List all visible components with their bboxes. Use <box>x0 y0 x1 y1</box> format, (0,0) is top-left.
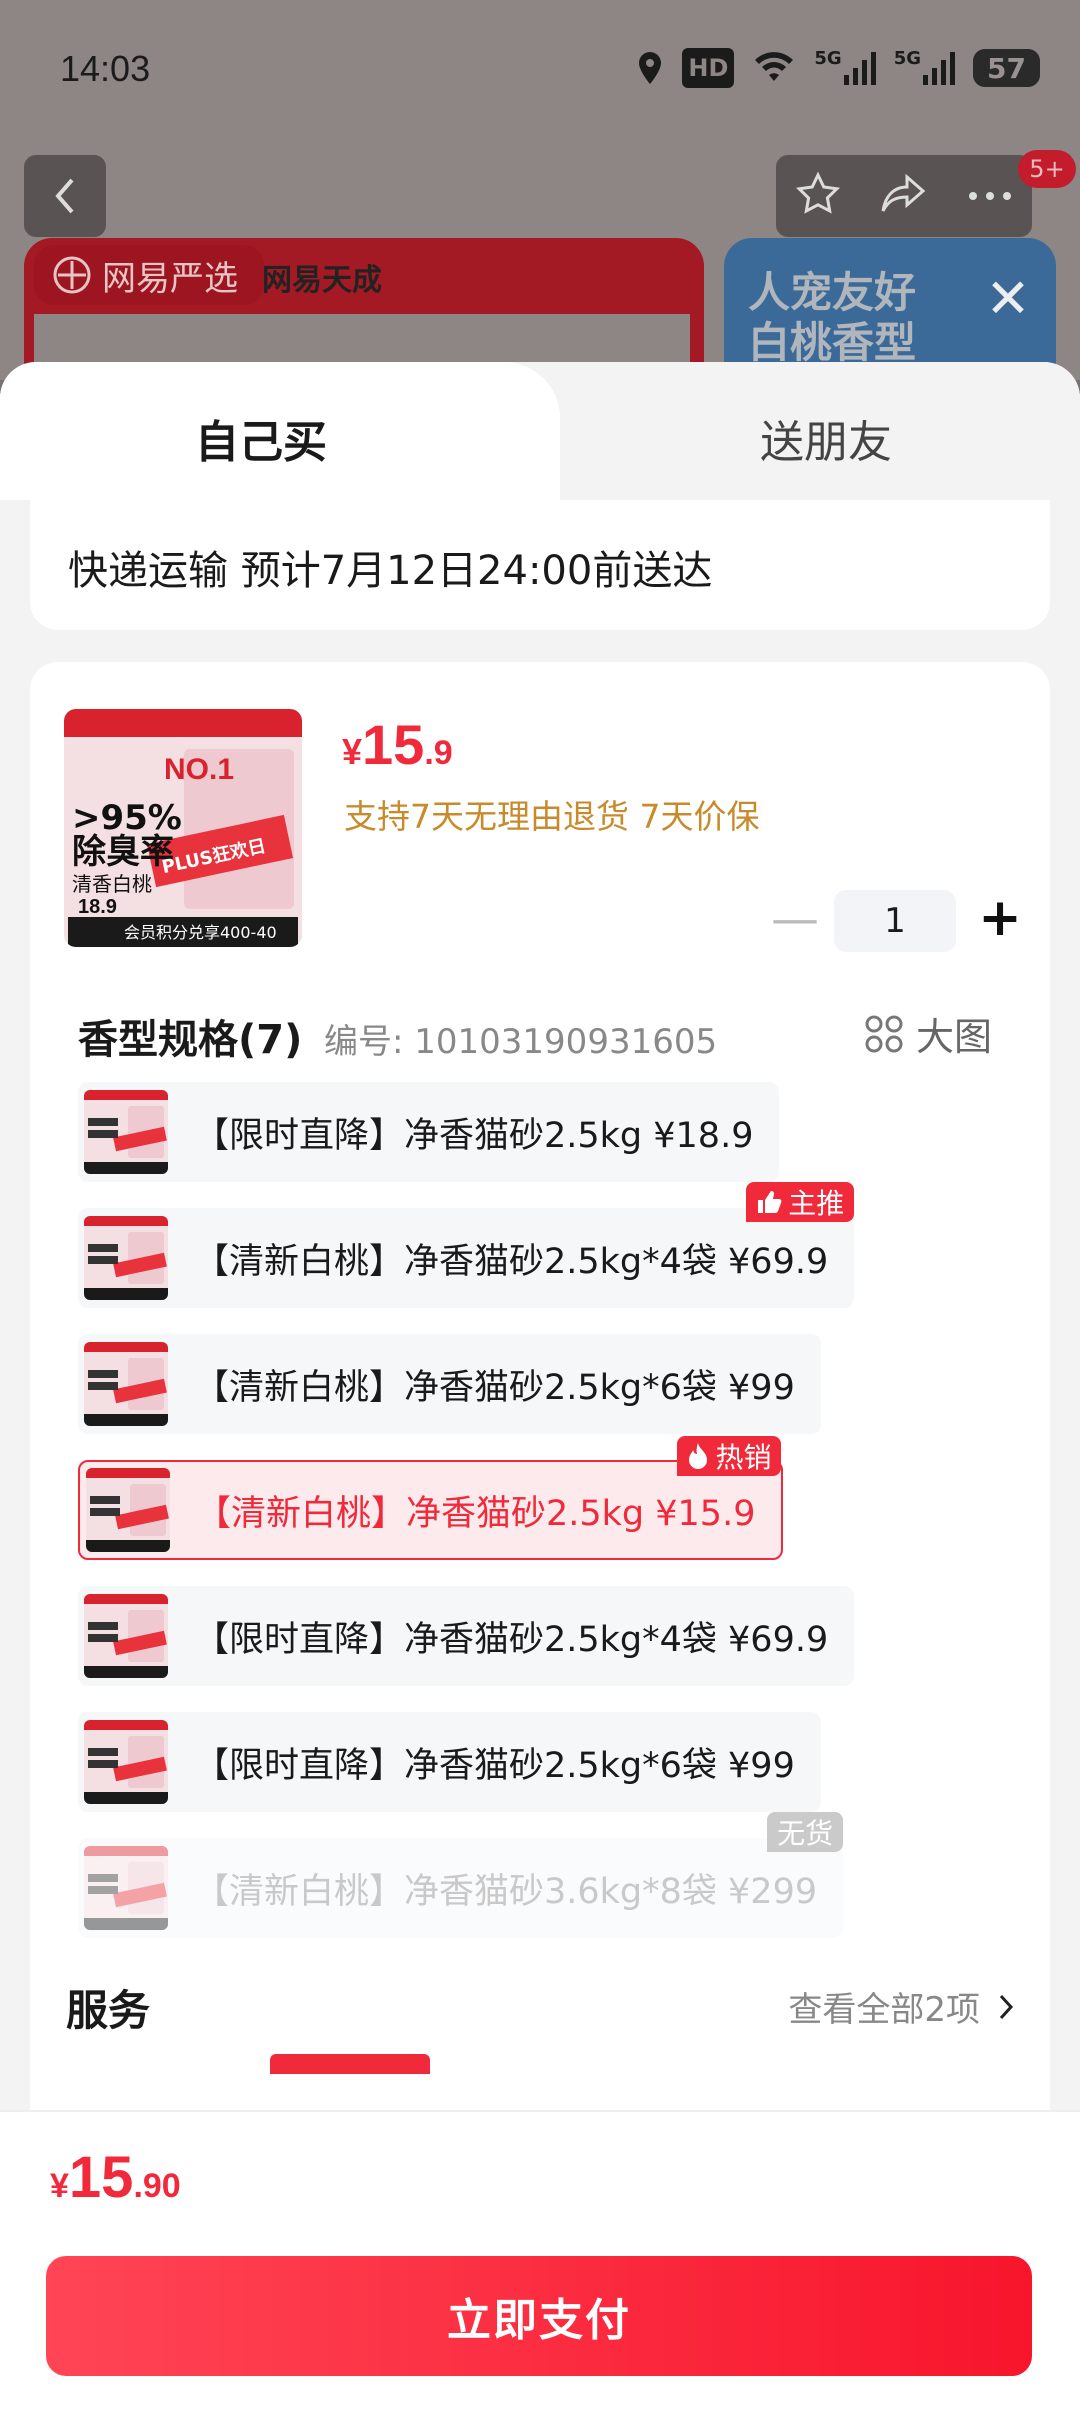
option-thumbnail <box>84 1216 168 1300</box>
out-of-stock-tag: 无货 <box>767 1812 844 1852</box>
total-integer: 15 <box>68 2145 134 2210</box>
price-integer: 15 <box>362 713 425 776</box>
recommend-tag: 主推 <box>746 1182 855 1222</box>
checkout-bar: ¥15.90 立即支付 <box>0 2110 1080 2414</box>
tab-bar: 自己买 送朋友 <box>0 362 1080 500</box>
service-title: 服务 <box>66 1986 151 2035</box>
net-label: 5G <box>893 48 922 69</box>
spec-option[interactable]: 【限时直降】净香猫砂2.5kg*4袋 ¥69.9 <box>78 1586 855 1686</box>
spec-code: 编号: 10103190931605 <box>324 1022 718 1062</box>
option-thumbnail <box>84 1594 168 1678</box>
product-price: ¥15.9 <box>342 712 453 777</box>
option-thumbnail <box>84 1342 168 1426</box>
chevron-right-icon <box>999 1994 1014 2019</box>
hot-tag: 热销 <box>677 1436 782 1476</box>
service-tag-peek <box>270 2054 430 2074</box>
5g-signal-icon: 5G <box>893 48 956 88</box>
grid-view-icon <box>865 1015 903 1052</box>
quantity-value[interactable]: 1 <box>834 890 956 952</box>
option-label: 【清新白桃】净香猫砂2.5kg*6袋 ¥99 <box>194 1367 795 1408</box>
share-icon[interactable] <box>879 171 929 221</box>
thumbs-up-icon <box>758 1191 782 1213</box>
pay-now-button[interactable]: 立即支付 <box>46 2256 1032 2376</box>
option-label: 【清新白桃】净香猫砂2.5kg*4袋 ¥69.9 <box>194 1241 829 1282</box>
spec-option[interactable]: 【清新白桃】净香猫砂2.5kg*6袋 ¥99 <box>78 1334 821 1434</box>
nav-actions <box>776 155 1032 237</box>
more-icon[interactable] <box>967 187 1013 206</box>
option-thumbnail <box>84 1720 168 1804</box>
banner-right-text: 人宠友好 白桃香型 <box>748 268 917 367</box>
service-view-all[interactable]: 查看全部2项 <box>788 1982 1014 2031</box>
yanxuan-logo-icon <box>53 256 91 294</box>
spec-option-selected[interactable]: 【清新白桃】净香猫砂2.5kg ¥15.9 热销 <box>78 1436 784 1560</box>
quantity-decrease-button[interactable]: — <box>770 891 820 947</box>
product-thumbnail[interactable]: NO.1 >95% 除臭率 清香白桃 18.9 会员积分兑享400-40 PLU… <box>64 709 302 947</box>
location-icon <box>636 48 664 88</box>
big-view-label: 大图 <box>916 1015 993 1059</box>
thumb-price: 18.9 <box>78 896 117 918</box>
status-icons: HD 5G 5G 57 <box>636 48 1040 88</box>
tab-buy-self-label: 自己买 <box>195 417 327 468</box>
service-view-all-label: 查看全部2项 <box>788 1990 980 2030</box>
notification-badge: 5+ <box>1018 150 1076 188</box>
big-view-button[interactable]: 大图 <box>864 1006 992 1061</box>
option-label: 【清新白桃】净香猫砂3.6kg*8袋 ¥299 <box>194 1871 818 1912</box>
net-label: 5G <box>814 48 842 69</box>
total-currency: ¥ <box>50 2167 69 2205</box>
status-time: 14:03 <box>60 48 151 89</box>
wifi-icon <box>752 48 796 88</box>
spec-option-disabled: 【清新白桃】净香猫砂3.6kg*8袋 ¥299 无货 <box>78 1812 844 1938</box>
status-bar: 14:03 HD 5G 5G 57 <box>0 0 1080 140</box>
spec-option[interactable]: 【清新白桃】净香猫砂2.5kg*4袋 ¥69.9 主推 <box>78 1182 855 1308</box>
banner-logo-yanxuan: 网易严选 <box>34 245 264 305</box>
quantity-increase-button[interactable]: + <box>970 888 1030 948</box>
option-thumbnail <box>84 1090 168 1174</box>
option-label: 【限时直降】净香猫砂2.5kg*4袋 ¥69.9 <box>194 1619 829 1660</box>
purchase-sheet: 自己买 送朋友 快递运输 预计7月12日24:00前送达 NO.1 >95% 除… <box>0 362 1080 2412</box>
chevron-left-icon <box>55 178 74 214</box>
hot-tag-text: 热销 <box>715 1441 772 1474</box>
option-label: 【清新白桃】净香猫砂2.5kg ¥15.9 <box>196 1493 756 1534</box>
thumb-badge: NO.1 <box>164 753 234 786</box>
option-thumbnail <box>84 1846 168 1930</box>
recommend-tag-text: 主推 <box>788 1187 845 1220</box>
total-price: ¥15.90 <box>50 2144 181 2211</box>
spec-title: 香型规格(7) <box>78 1017 303 1063</box>
delivery-card: 快递运输 预计7月12日24:00前送达 <box>30 500 1050 630</box>
spec-option[interactable]: 【限时直降】净香猫砂2.5kg*6袋 ¥99 <box>78 1712 821 1812</box>
thumb-footer: 会员积分兑享400-40 <box>124 923 277 942</box>
favorite-star-icon[interactable] <box>795 171 841 221</box>
5g-signal-icon: 5G <box>814 48 876 88</box>
total-decimal: .90 <box>133 2167 181 2205</box>
banner-logo-text: 网易严选 <box>102 258 238 299</box>
tab-buy-self[interactable]: 自己买 <box>0 362 560 500</box>
option-thumbnail <box>86 1468 170 1552</box>
tab-gift[interactable]: 送朋友 <box>760 406 892 470</box>
back-button[interactable] <box>24 155 106 237</box>
close-icon[interactable]: ✕ <box>980 267 1036 330</box>
thumb-sub: 清香白桃 <box>72 872 152 896</box>
flame-icon <box>689 1443 708 1469</box>
option-label: 【限时直降】净香猫砂2.5kg ¥18.9 <box>194 1115 754 1156</box>
thumb-line-2: 除臭率 <box>72 832 174 872</box>
spec-option[interactable]: 【限时直降】净香猫砂2.5kg ¥18.9 <box>78 1082 780 1182</box>
delivery-estimate: 快递运输 预计7月12日24:00前送达 <box>68 548 713 594</box>
price-decimal: .9 <box>424 734 453 772</box>
return-promise: 支持7天无理由退货 7天价保 <box>344 797 760 836</box>
product-image: NO.1 >95% 除臭率 清香白桃 18.9 会员积分兑享400-40 PLU… <box>64 709 302 947</box>
option-label: 【限时直降】净香猫砂2.5kg*6袋 ¥99 <box>194 1745 795 1786</box>
hd-icon: HD <box>682 48 735 88</box>
banner-brand: 网易天成 <box>262 263 382 298</box>
price-currency: ¥ <box>342 731 363 772</box>
battery-icon: 57 <box>973 49 1040 87</box>
